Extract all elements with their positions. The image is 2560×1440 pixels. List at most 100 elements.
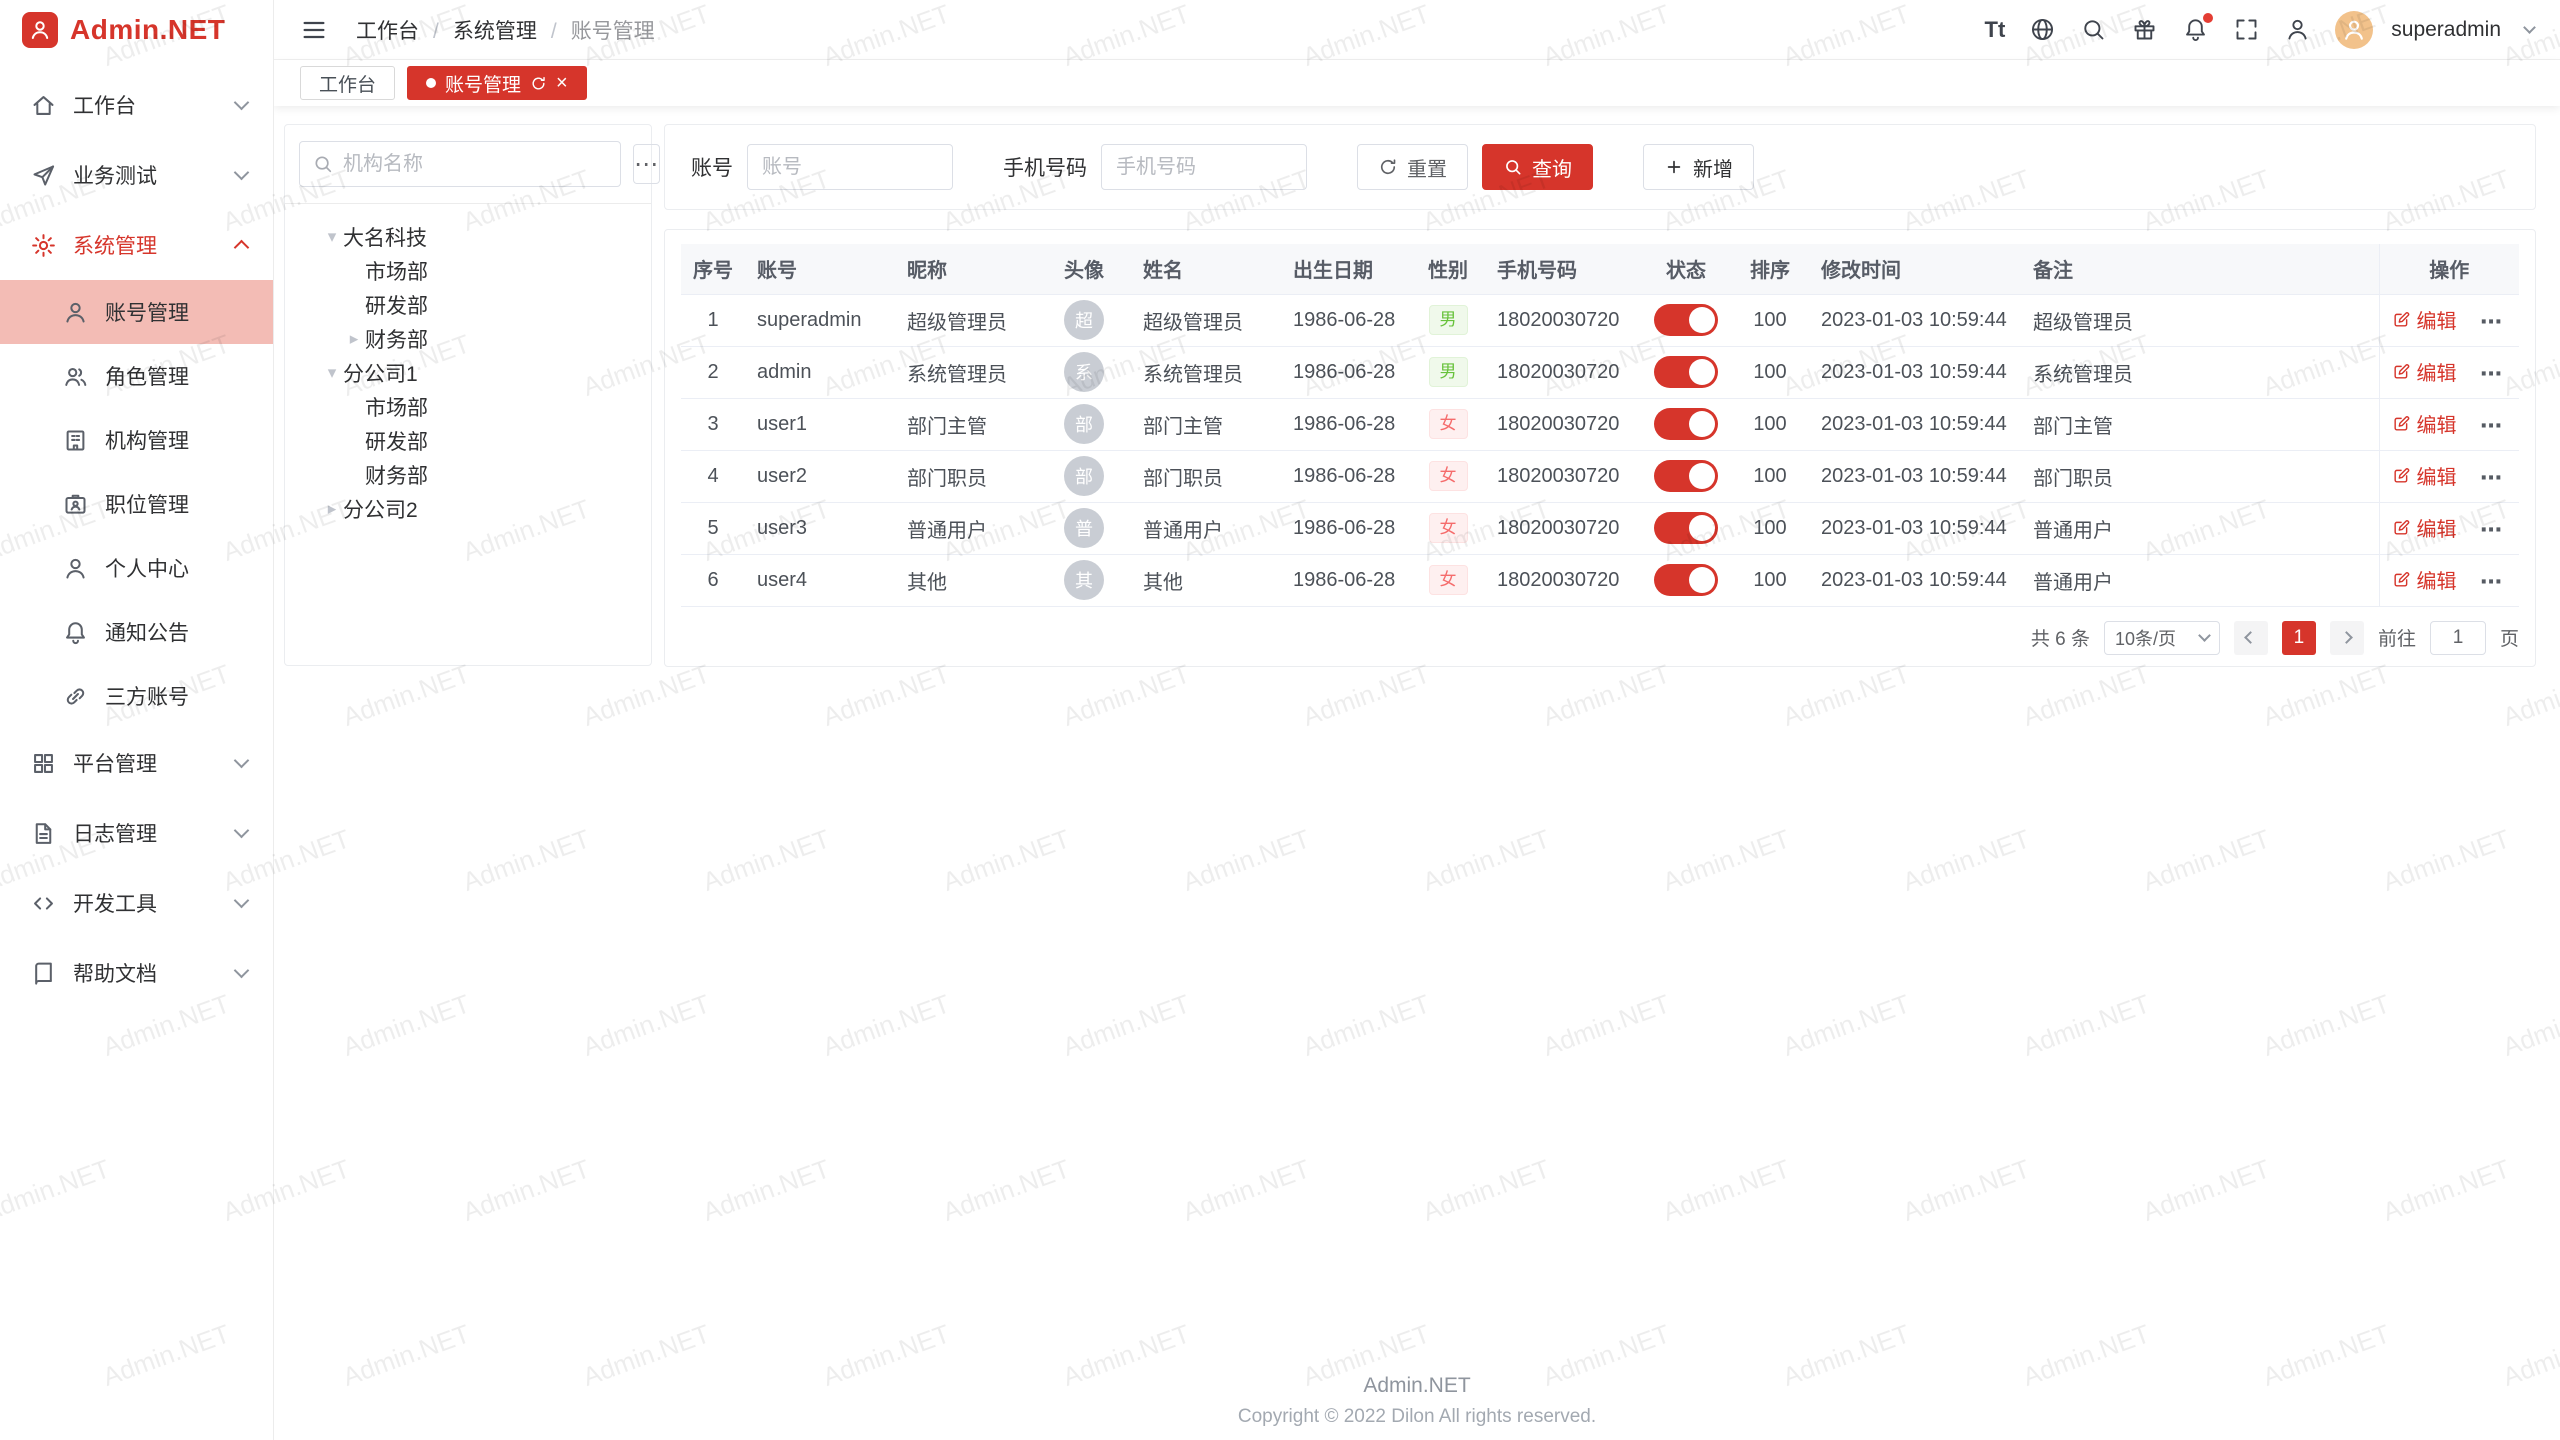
sidebar-subitem-2-2[interactable]: 机构管理: [0, 408, 273, 472]
org-search-input[interactable]: [343, 153, 608, 176]
sidebar-subitem-2-5[interactable]: 通知公告: [0, 600, 273, 664]
next-page-button[interactable]: [2330, 621, 2364, 655]
column-header-5: 出生日期: [1281, 244, 1411, 294]
tab-close-icon[interactable]: ×: [556, 73, 568, 93]
fullscreen-icon[interactable]: [2233, 16, 2260, 43]
breadcrumb: 工作台 系统管理 账号管理: [356, 15, 655, 45]
edit-button[interactable]: 编辑: [2392, 305, 2457, 334]
cell-modified: 2023-01-03 10:59:44: [1809, 554, 2021, 606]
tree-node[interactable]: 研发部: [291, 288, 645, 322]
edit-button[interactable]: 编辑: [2392, 461, 2457, 490]
tree-node[interactable]: ▸财务部: [291, 322, 645, 356]
gift-icon[interactable]: [2131, 16, 2158, 43]
caret-icon[interactable]: ▾: [321, 227, 343, 247]
tab-workbench[interactable]: 工作台: [300, 66, 395, 100]
font-size-icon[interactable]: Tt: [1985, 17, 2006, 43]
sidebar-item-4[interactable]: 日志管理: [0, 798, 273, 868]
caret-icon[interactable]: ▾: [321, 363, 343, 383]
person-icon[interactable]: [2284, 16, 2311, 43]
status-toggle[interactable]: [1654, 304, 1718, 336]
status-toggle[interactable]: [1654, 512, 1718, 544]
cell-status: [1641, 294, 1731, 346]
chevron-down-icon: [234, 893, 250, 909]
edit-button[interactable]: 编辑: [2392, 513, 2457, 542]
tree-node[interactable]: 市场部: [291, 254, 645, 288]
prev-page-button[interactable]: [2234, 621, 2268, 655]
org-more-button[interactable]: ⋯: [633, 144, 660, 184]
cell-modified: 2023-01-03 10:59:44: [1809, 450, 2021, 502]
sidebar-item-6[interactable]: 帮助文档: [0, 938, 273, 1008]
globe-icon[interactable]: [2029, 16, 2056, 43]
cell-status: [1641, 398, 1731, 450]
row-more-button[interactable]: ⋯: [2480, 361, 2503, 386]
sidebar-subitem-2-1[interactable]: 角色管理: [0, 344, 273, 408]
app-logo: Admin.NET: [0, 0, 273, 60]
page-size-select[interactable]: 10条/页: [2104, 621, 2220, 655]
reset-button[interactable]: 重置: [1357, 144, 1468, 190]
send-icon: [30, 162, 57, 189]
cell-phone: 18020030720: [1485, 450, 1641, 502]
sidebar-item-5[interactable]: 开发工具: [0, 868, 273, 938]
cell-birthdate: 1986-06-28: [1281, 346, 1411, 398]
cell-modified: 2023-01-03 10:59:44: [1809, 502, 2021, 554]
status-toggle[interactable]: [1654, 564, 1718, 596]
row-more-button[interactable]: ⋯: [2480, 309, 2503, 334]
caret-icon[interactable]: ▸: [343, 329, 365, 349]
status-toggle[interactable]: [1654, 356, 1718, 388]
tree-node[interactable]: 研发部: [291, 424, 645, 458]
cell-account: admin: [745, 346, 895, 398]
row-more-button[interactable]: ⋯: [2480, 465, 2503, 490]
table-row: 2 admin 系统管理员 系 系统管理员 1986-06-28 男 18020…: [681, 346, 2519, 398]
tree-node[interactable]: ▸分公司2: [291, 492, 645, 526]
search-icon[interactable]: [2080, 16, 2107, 43]
cell-avatar: 普: [1037, 502, 1131, 554]
account-filter-input[interactable]: [747, 144, 953, 190]
role-icon: [62, 363, 89, 390]
sidebar-item-0[interactable]: 工作台: [0, 70, 273, 140]
sidebar-subitem-2-0[interactable]: 账号管理: [0, 280, 273, 344]
sidebar-item-1[interactable]: 业务测试: [0, 140, 273, 210]
menu-collapse-button[interactable]: [300, 16, 328, 44]
breadcrumb-item-system[interactable]: 系统管理: [419, 15, 537, 45]
status-toggle[interactable]: [1654, 408, 1718, 440]
goto-page-input[interactable]: [2430, 621, 2486, 655]
cell-actions: 编辑 ⋯: [2379, 398, 2519, 450]
edit-button[interactable]: 编辑: [2392, 409, 2457, 438]
breadcrumb-item-workbench[interactable]: 工作台: [356, 15, 419, 45]
query-button[interactable]: 查询: [1482, 144, 1593, 190]
cell-phone: 18020030720: [1485, 294, 1641, 346]
cell-remark: 系统管理员: [2021, 346, 2379, 398]
edit-button[interactable]: 编辑: [2392, 565, 2457, 594]
add-button[interactable]: 新增: [1643, 144, 1754, 190]
avatar: 部: [1064, 456, 1104, 496]
grid-icon: [30, 750, 57, 777]
sidebar-subitem-2-6[interactable]: 三方账号: [0, 664, 273, 728]
column-header-9: 排序: [1731, 244, 1809, 294]
cell-sort: 100: [1731, 554, 1809, 606]
gender-badge: 女: [1429, 409, 1468, 440]
row-more-button[interactable]: ⋯: [2480, 569, 2503, 594]
tab-refresh-icon[interactable]: [530, 75, 547, 92]
tree-node[interactable]: 市场部: [291, 390, 645, 424]
page-button-1[interactable]: 1: [2282, 621, 2316, 655]
username[interactable]: superadmin: [2391, 18, 2501, 42]
sidebar-subitem-2-3[interactable]: 职位管理: [0, 472, 273, 536]
phone-filter-input[interactable]: [1101, 144, 1307, 190]
org-tree-panel: ⋯ ▾大名科技市场部研发部▸财务部▾分公司1市场部研发部财务部▸分公司2: [284, 124, 652, 666]
caret-icon[interactable]: ▸: [321, 499, 343, 519]
sidebar-subitem-2-4[interactable]: 个人中心: [0, 536, 273, 600]
tree-node[interactable]: 财务部: [291, 458, 645, 492]
sidebar-item-2[interactable]: 系统管理: [0, 210, 273, 280]
row-more-button[interactable]: ⋯: [2480, 413, 2503, 438]
sidebar-item-3[interactable]: 平台管理: [0, 728, 273, 798]
tree-node[interactable]: ▾分公司1: [291, 356, 645, 390]
bell-icon[interactable]: [2182, 16, 2209, 43]
status-toggle[interactable]: [1654, 460, 1718, 492]
tree-node[interactable]: ▾大名科技: [291, 220, 645, 254]
user-avatar[interactable]: [2335, 11, 2373, 49]
row-more-button[interactable]: ⋯: [2480, 517, 2503, 542]
column-header-4: 姓名: [1131, 244, 1281, 294]
cell-avatar: 系: [1037, 346, 1131, 398]
tab-account-management[interactable]: 账号管理 ×: [407, 66, 587, 100]
edit-button[interactable]: 编辑: [2392, 357, 2457, 386]
